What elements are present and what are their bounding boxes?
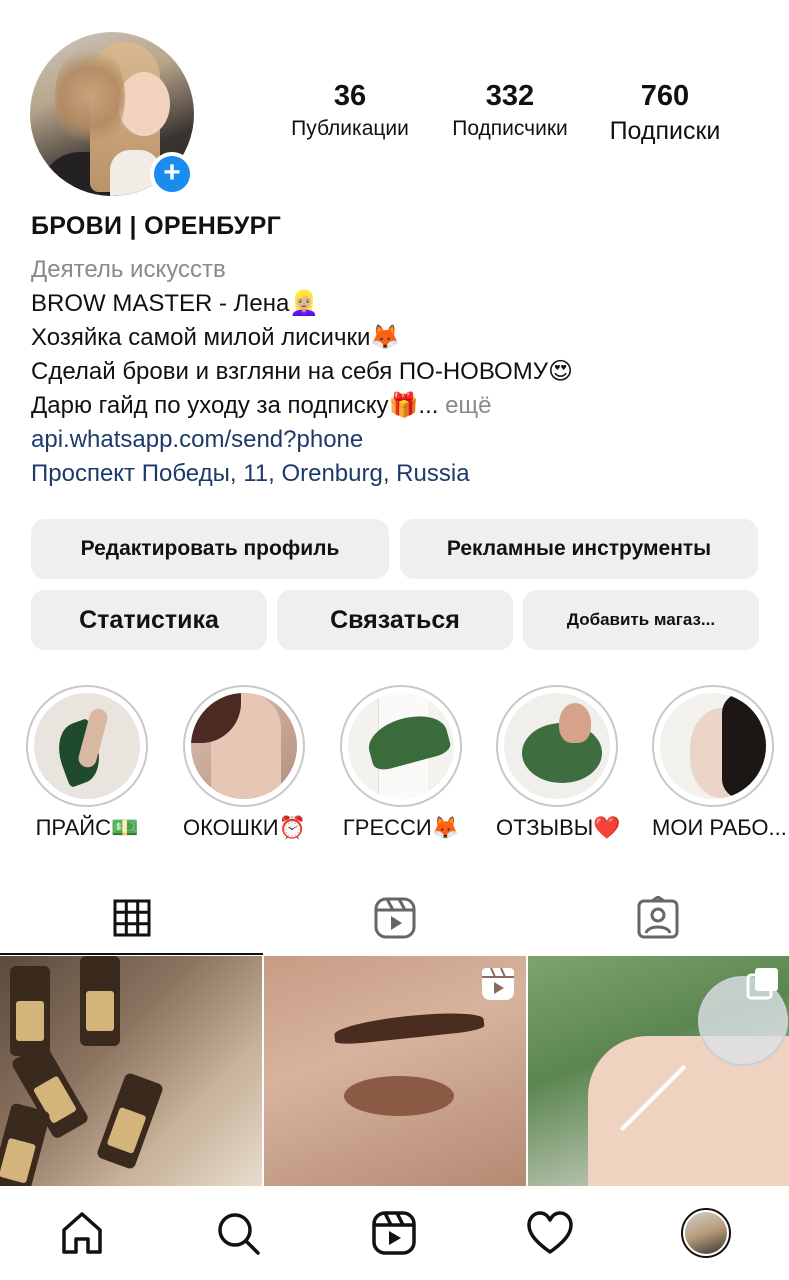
tab-reels[interactable] bbox=[263, 880, 526, 956]
highlight-ring bbox=[183, 685, 305, 807]
reels-icon bbox=[374, 897, 415, 939]
tab-tagged[interactable] bbox=[526, 880, 789, 956]
nav-home[interactable] bbox=[57, 1208, 107, 1258]
highlight-gressi[interactable]: ГРЕССИ🦊 bbox=[340, 685, 462, 841]
bio-line: Дарю гайд по уходу за подписку🎁... bbox=[31, 392, 439, 419]
highlight-reviews[interactable]: ОТЗЫВЫ❤️ bbox=[496, 685, 621, 841]
ad-tools-button[interactable]: Рекламные инструменты bbox=[400, 519, 758, 579]
highlight-cover bbox=[34, 693, 140, 799]
multi-post-icon bbox=[746, 968, 778, 1000]
highlight-cover bbox=[660, 693, 766, 799]
following-stat[interactable]: 760 Подписки bbox=[600, 80, 730, 146]
grid-icon bbox=[113, 899, 150, 937]
highlight-cover bbox=[348, 693, 454, 799]
highlight-label: ОТЗЫВЫ❤️ bbox=[496, 815, 621, 840]
followers-count: 332 bbox=[485, 80, 535, 112]
highlight-label: ОКОШКИ⏰ bbox=[183, 815, 306, 840]
nav-reels[interactable] bbox=[369, 1208, 419, 1258]
add-story-button[interactable]: + bbox=[150, 152, 194, 196]
profile-bio: БРОВИ | ОРЕНБУРГ Деятель искусств BROW M… bbox=[31, 212, 771, 491]
edit-profile-button[interactable]: Редактировать профиль bbox=[31, 519, 389, 579]
posts-label: Публикации bbox=[291, 117, 409, 140]
grid-post[interactable] bbox=[264, 956, 526, 1186]
nav-profile[interactable] bbox=[681, 1208, 731, 1258]
highlight-price[interactable]: ПРАЙС💵 bbox=[26, 685, 148, 841]
tab-posts-grid[interactable] bbox=[0, 880, 263, 956]
search-icon bbox=[218, 1213, 260, 1255]
add-shop-button[interactable]: Добавить магаз... bbox=[523, 590, 759, 650]
posts-count: 36 bbox=[333, 80, 367, 112]
bio-line: Хозяйка самой милой лисички🦊 bbox=[31, 324, 401, 351]
website-link[interactable]: api.whatsapp.com/send?phone bbox=[31, 423, 771, 457]
profile-stats: 36 Публикации 332 Подписчики 760 Подписк… bbox=[280, 80, 730, 146]
profile-name: БРОВИ | ОРЕНБУРГ bbox=[31, 212, 282, 240]
address-link[interactable]: Проспект Победы, 11, Orenburg, Russia bbox=[31, 457, 771, 491]
posts-stat[interactable]: 36 Публикации bbox=[280, 80, 420, 146]
heart-icon bbox=[527, 1211, 573, 1254]
home-icon bbox=[62, 1212, 102, 1254]
bio-line-last: Дарю гайд по уходу за подписку🎁... ещё bbox=[31, 389, 771, 423]
followers-label: Подписчики bbox=[452, 117, 568, 140]
tagged-icon bbox=[637, 896, 678, 939]
highlight-slots[interactable]: ОКОШКИ⏰ bbox=[183, 685, 306, 841]
following-count: 760 bbox=[640, 80, 690, 112]
more-link[interactable]: ещё bbox=[445, 392, 491, 419]
profile-avatar[interactable]: + bbox=[30, 32, 196, 198]
highlight-ring bbox=[652, 685, 774, 807]
bio-line: BROW MASTER - Лена👱🏼‍♀️ bbox=[31, 290, 320, 317]
highlight-ring bbox=[340, 685, 462, 807]
nav-activity[interactable] bbox=[525, 1208, 575, 1258]
highlight-label: ПРАЙС💵 bbox=[35, 815, 139, 840]
grid-post[interactable] bbox=[528, 956, 789, 1186]
bio-line: Сделай брови и взгляни на себя ПО-НОВОМУ… bbox=[31, 358, 573, 385]
highlight-cover bbox=[191, 693, 297, 799]
highlight-ring bbox=[496, 685, 618, 807]
highlight-label: МОИ РАБО... bbox=[652, 815, 787, 840]
highlight-cover bbox=[504, 693, 610, 799]
highlight-ring bbox=[26, 685, 148, 807]
grid-post[interactable] bbox=[0, 956, 262, 1186]
contact-button[interactable]: Связаться bbox=[277, 590, 513, 650]
statistics-button[interactable]: Статистика bbox=[31, 590, 267, 650]
bottom-navigation bbox=[0, 1186, 789, 1280]
nav-search[interactable] bbox=[213, 1208, 263, 1258]
reel-badge-icon bbox=[482, 967, 514, 1000]
profile-avatar-small bbox=[681, 1208, 731, 1258]
highlight-label: ГРЕССИ🦊 bbox=[342, 815, 460, 840]
content-tabs bbox=[0, 880, 789, 956]
active-tab-indicator bbox=[0, 953, 263, 955]
profile-category: Деятель искусств bbox=[31, 256, 226, 283]
reels-icon bbox=[372, 1211, 416, 1255]
followers-stat[interactable]: 332 Подписчики bbox=[440, 80, 580, 146]
posts-grid bbox=[0, 956, 789, 1186]
following-label: Подписки bbox=[609, 117, 721, 145]
highlight-works[interactable]: МОИ РАБО... bbox=[652, 685, 787, 841]
